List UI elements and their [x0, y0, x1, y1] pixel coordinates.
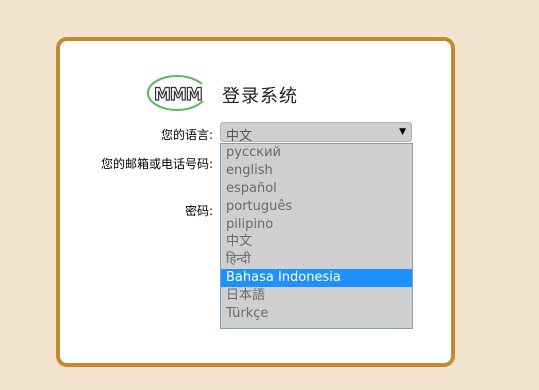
language-option-russian[interactable]: русский: [221, 144, 412, 162]
password-label: 密码:: [184, 204, 213, 218]
language-label: 您的语言:: [160, 128, 213, 142]
chevron-down-icon[interactable]: ▼: [399, 127, 406, 137]
mmm-logo: MMM: [147, 75, 207, 111]
language-option-portuguese[interactable]: português: [221, 198, 412, 216]
language-dropdown-list: русский english español português pilipi…: [220, 143, 413, 329]
language-option-indonesian[interactable]: Bahasa Indonesia: [221, 269, 412, 288]
language-option-chinese[interactable]: 中文: [221, 233, 412, 251]
language-select[interactable]: 中文 ▼: [220, 122, 412, 144]
language-option-turkish[interactable]: Türkçe: [221, 305, 412, 323]
login-title: 登录系统: [222, 86, 298, 107]
language-option-spanish[interactable]: español: [221, 180, 412, 198]
account-label: 您的邮箱或电话号码:: [100, 157, 213, 171]
language-select-value: 中文: [226, 129, 253, 144]
svg-text:MMM: MMM: [154, 85, 202, 105]
login-card: MMM 登录系统 您的语言: 您的邮箱或电话号码: 密码: 中文 ▼ русск…: [56, 37, 455, 367]
language-option-japanese[interactable]: 日本語: [221, 287, 412, 305]
language-option-hindi[interactable]: हिन्दी: [221, 251, 412, 269]
language-option-english[interactable]: english: [221, 162, 412, 180]
language-option-pilipino[interactable]: pilipino: [221, 216, 412, 234]
